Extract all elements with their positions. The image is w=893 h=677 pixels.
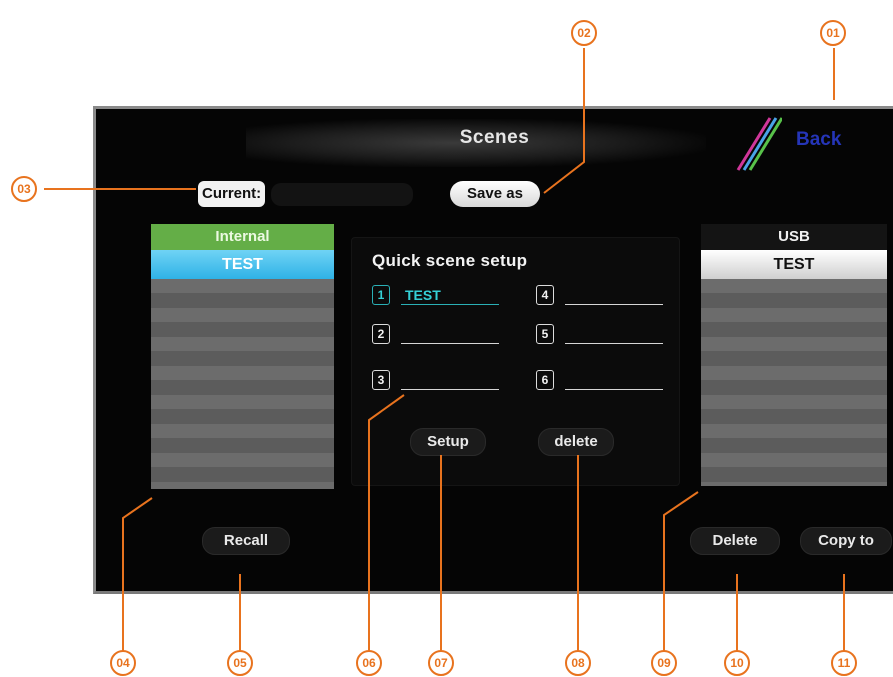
quick-scene-title: Quick scene setup — [372, 251, 528, 270]
callout-04: 04 — [110, 650, 136, 676]
slot-number: 6 — [536, 370, 554, 390]
callout-10: 10 — [724, 650, 750, 676]
callout-06: 06 — [356, 650, 382, 676]
callout-05: 05 — [227, 650, 253, 676]
delete-button[interactable]: Delete — [690, 527, 780, 555]
copy-to-button[interactable]: Copy to — [800, 527, 892, 555]
internal-list-header: Internal — [151, 224, 334, 250]
quick-scene-slot-3[interactable]: 3 — [372, 370, 502, 392]
slot-underline — [401, 343, 499, 344]
slot-underline — [565, 343, 663, 344]
slot-underline — [401, 389, 499, 390]
usb-list-header: USB — [701, 224, 887, 250]
recall-button[interactable]: Recall — [202, 527, 290, 555]
internal-list-item-selected[interactable]: TEST — [151, 250, 334, 279]
quick-scene-slot-6[interactable]: 6 — [536, 370, 666, 392]
usb-list-empty-rows[interactable] — [701, 279, 887, 486]
callout-08: 08 — [565, 650, 591, 676]
slot-name: TEST — [405, 287, 441, 303]
callout-03: 03 — [11, 176, 37, 202]
slot-number: 3 — [372, 370, 390, 390]
internal-list-empty-rows[interactable] — [151, 279, 334, 489]
usb-scene-list: USB TEST — [701, 224, 887, 486]
slot-number: 4 — [536, 285, 554, 305]
usb-list-item-selected[interactable]: TEST — [701, 250, 887, 279]
quick-scene-slot-1[interactable]: 1 TEST — [372, 285, 502, 307]
callout-01: 01 — [820, 20, 846, 46]
quick-scene-slot-2[interactable]: 2 — [372, 324, 502, 346]
quick-scene-slot-4[interactable]: 4 — [536, 285, 666, 307]
slot-number: 1 — [372, 285, 390, 305]
back-button[interactable]: Back — [796, 129, 841, 151]
quick-delete-button[interactable]: delete — [538, 428, 614, 456]
slot-number: 2 — [372, 324, 390, 344]
brand-stripes-icon — [736, 117, 782, 171]
callout-02: 02 — [571, 20, 597, 46]
slot-underline — [401, 304, 499, 305]
slot-underline — [565, 389, 663, 390]
save-as-button[interactable]: Save as — [450, 181, 540, 207]
callout-07: 07 — [428, 650, 454, 676]
scenes-screen: Scenes Back Current: Save as Internal TE… — [93, 106, 893, 594]
current-label: Current: — [198, 181, 266, 207]
callout-09: 09 — [651, 650, 677, 676]
internal-scene-list: Internal TEST — [151, 224, 334, 489]
quick-scene-slot-5[interactable]: 5 — [536, 324, 666, 346]
current-scene-field — [271, 183, 413, 206]
slot-number: 5 — [536, 324, 554, 344]
slot-underline — [565, 304, 663, 305]
quick-scene-panel: Quick scene setup 1 TEST 2 3 4 5 6 Setup… — [351, 237, 680, 486]
callout-11: 11 — [831, 650, 857, 676]
quick-setup-button[interactable]: Setup — [410, 428, 486, 456]
